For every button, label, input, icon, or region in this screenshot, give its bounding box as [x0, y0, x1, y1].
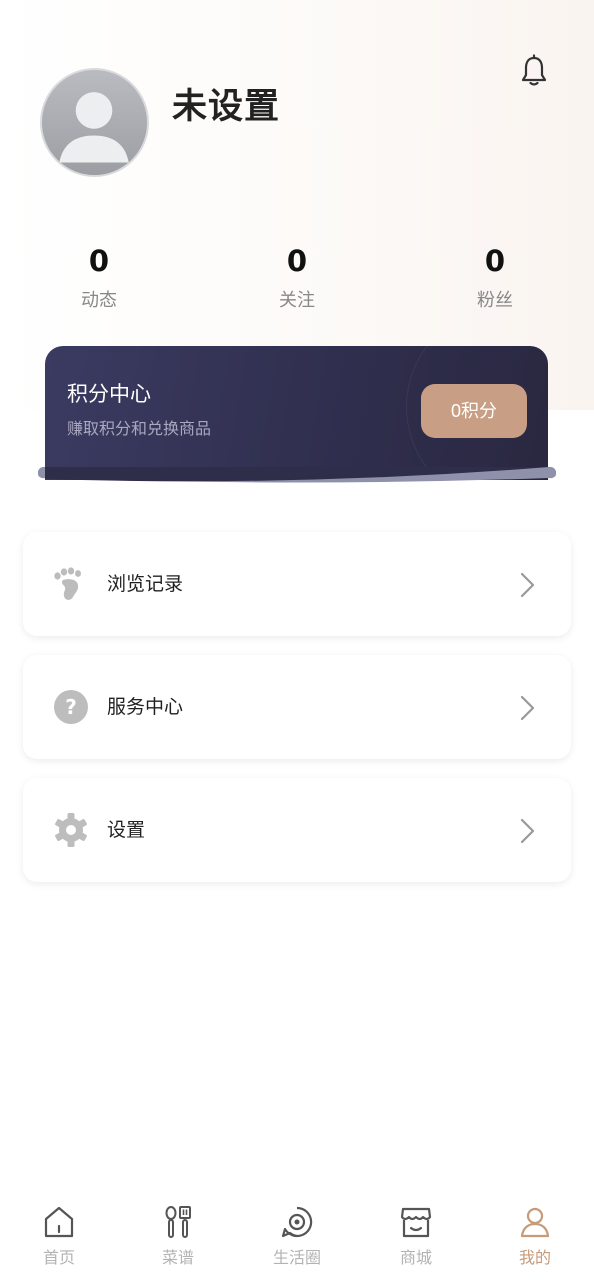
bell-icon[interactable] — [518, 54, 550, 88]
profile-page: 未设置 0 动态 0 关注 0 粉丝 积分中心 赚取积分和兑换商品 0积分 浏览… — [0, 0, 594, 1280]
tab-label-store: 商城 — [399, 1248, 432, 1267]
stat-posts[interactable]: 0 动态 — [39, 243, 159, 314]
home-icon — [44, 1206, 74, 1238]
menu-item-settings[interactable]: 设置 — [23, 778, 571, 882]
chevron-right-icon — [520, 695, 535, 721]
tab-label-recipes: 菜谱 — [161, 1248, 194, 1267]
stat-fans-value: 0 — [484, 244, 506, 278]
tab-life-circle[interactable]: 生活圈 — [238, 1205, 356, 1271]
avatar[interactable] — [40, 68, 149, 177]
points-balance-button[interactable]: 0积分 — [421, 384, 527, 438]
default-avatar-icon — [59, 92, 129, 163]
tab-mine[interactable]: 我的 — [476, 1205, 594, 1271]
svg-text:?: ? — [65, 695, 77, 719]
user-icon — [520, 1207, 550, 1238]
stat-following-label: 关注 — [279, 290, 315, 311]
tab-label-life-circle: 生活圈 — [272, 1248, 321, 1267]
tab-label-home: 首页 — [42, 1248, 75, 1267]
stat-fans[interactable]: 0 粉丝 — [435, 243, 555, 314]
gear-icon — [55, 813, 87, 847]
stat-fans-label: 粉丝 — [477, 290, 513, 311]
bottom-tab-bar: 首页 菜谱 生活圈 商城 我的 — [0, 1195, 594, 1280]
points-center-card[interactable]: 积分中心 赚取积分和兑换商品 0积分 — [45, 346, 548, 480]
stat-posts-label: 动态 — [81, 290, 117, 311]
menu-item-history[interactable]: 浏览记录 — [23, 532, 571, 636]
username[interactable]: 未设置 — [172, 84, 280, 130]
menu-label-settings: 设置 — [107, 819, 146, 841]
tab-store[interactable]: 商城 — [357, 1205, 475, 1271]
tab-recipes[interactable]: 菜谱 — [119, 1205, 237, 1271]
chevron-right-icon — [520, 572, 535, 598]
menu-label-service-center: 服务中心 — [107, 696, 184, 718]
points-title: 积分中心 — [67, 382, 151, 406]
tab-home[interactable]: 首页 — [0, 1205, 118, 1271]
stat-following-value: 0 — [286, 244, 308, 278]
stat-posts-value: 0 — [88, 244, 110, 278]
menu-label-history: 浏览记录 — [107, 573, 184, 595]
menu-item-service-center[interactable]: ? 服务中心 — [23, 655, 571, 759]
store-icon — [400, 1207, 432, 1238]
life-circle-icon — [281, 1206, 313, 1238]
points-subtitle: 赚取积分和兑换商品 — [67, 419, 212, 438]
chevron-right-icon — [520, 818, 535, 844]
footprint-icon — [54, 567, 81, 600]
kitchen-utensils-icon — [165, 1206, 191, 1238]
tab-label-mine: 我的 — [518, 1248, 551, 1267]
stat-following[interactable]: 0 关注 — [237, 243, 357, 314]
card-ribbon-edge — [38, 466, 556, 483]
question-icon: ? — [54, 690, 88, 724]
